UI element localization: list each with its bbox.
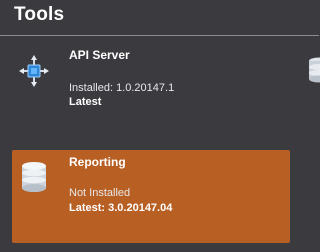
tool-name: Reporting: [69, 155, 126, 169]
tool-latest: Latest: 3.0.20147.04: [69, 202, 173, 214]
tool-latest: Latest: [69, 96, 102, 108]
api-server-icon: [18, 54, 50, 88]
database-icon: [20, 161, 52, 195]
tool-card-reporting[interactable]: Reporting Not Installed Latest: 3.0.2014…: [12, 150, 290, 243]
database-icon: [308, 56, 320, 84]
tool-status: Not Installed: [69, 187, 131, 199]
section-title: Tools: [14, 4, 65, 25]
tool-card-api-server[interactable]: API Server Installed: 1.0.20147.1 Latest: [12, 42, 290, 116]
tool-status: Installed: 1.0.20147.1: [69, 82, 175, 94]
tool-name: API Server: [69, 48, 130, 62]
tools-panel: Tools API Server Installed: 1.0.20147.1 …: [0, 0, 320, 252]
title-divider: [0, 35, 319, 36]
